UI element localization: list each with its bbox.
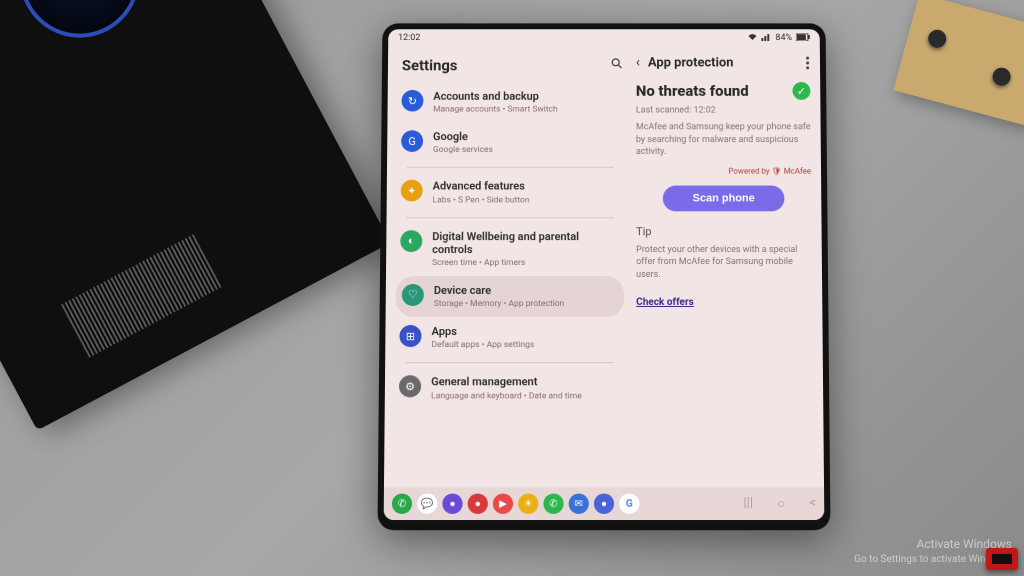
gear-icon: ⚙ <box>399 376 421 398</box>
sidebar-item-subtitle: Labs • S Pen • Side button <box>433 195 530 205</box>
taskbar-apps: ✆ 💬 ● ● ▶ ☀ ✆ ✉ ● G <box>392 494 640 514</box>
messages-app-icon[interactable]: 💬 <box>417 494 437 514</box>
last-scan-label: Last scanned: 12:02 <box>636 106 811 116</box>
sidebar-item-label: Device care <box>434 284 564 297</box>
app-icon[interactable]: ● <box>468 494 488 514</box>
whatsapp-app-icon[interactable]: ✆ <box>543 494 563 514</box>
sidebar-item-subtitle: Language and keyboard • Date and time <box>431 391 582 401</box>
taskbar: ✆ 💬 ● ● ▶ ☀ ✆ ✉ ● G ||| ○ < <box>384 487 825 520</box>
app-icon[interactable]: ☀ <box>518 494 538 514</box>
wifi-icon <box>748 33 758 44</box>
box-barcode <box>61 234 222 357</box>
settings-pane[interactable]: Settings ↻ Accounts and backup Manage ac… <box>384 47 630 488</box>
google-icon: G <box>401 130 423 152</box>
sidebar-item-digital-wellbeing[interactable]: ◐ Digital Wellbeing and parental control… <box>396 222 624 276</box>
sidebar-item-apps[interactable]: ⊞ Apps Default apps • App settings <box>395 317 624 358</box>
product-box: Galaxy Z Fold6 <box>0 0 390 430</box>
box-hinge-graphic <box>0 0 161 59</box>
app-icon[interactable]: ● <box>594 494 614 514</box>
google-app-icon[interactable]: G <box>619 494 639 514</box>
status-bar: 12:02 84% <box>388 29 820 47</box>
sidebar-item-subtitle: Default apps • App settings <box>431 340 534 350</box>
status-battery: 84% <box>775 33 792 43</box>
sync-icon: ↻ <box>401 90 423 112</box>
wellbeing-icon: ◐ <box>400 230 422 252</box>
detail-pane: ‹ App protection No threats found ✓ Last… <box>630 47 824 488</box>
back-icon[interactable]: ‹ <box>636 55 640 71</box>
threat-status: No threats found <box>636 82 785 100</box>
status-time: 12:02 <box>398 33 420 43</box>
sidebar-item-label: General management <box>431 376 582 389</box>
sidebar-item-accounts-backup[interactable]: ↻ Accounts and backup Manage accounts • … <box>397 82 624 122</box>
browser-app-icon[interactable]: ● <box>442 494 462 514</box>
check-offers-link[interactable]: Check offers <box>636 297 694 308</box>
sidebar-item-advanced-features[interactable]: ✦ Advanced features Labs • S Pen • Side … <box>397 172 625 213</box>
phone-app-icon[interactable]: ✆ <box>392 494 412 514</box>
signal-icon <box>762 33 772 44</box>
settings-title: Settings <box>402 57 458 75</box>
search-icon[interactable] <box>610 57 624 75</box>
tablet-screen: 12:02 84% Settings <box>384 29 825 520</box>
app-icon[interactable]: ✉ <box>569 494 589 514</box>
shield-check-icon: ✓ <box>792 82 810 100</box>
star-icon: ✦ <box>401 180 423 202</box>
nav-back-icon[interactable]: < <box>809 496 816 512</box>
divider <box>407 167 614 168</box>
youtube-app-icon[interactable]: ▶ <box>493 494 513 514</box>
sidebar-item-device-care[interactable]: ♡ Device care Storage • Memory • App pro… <box>396 276 625 317</box>
divider <box>405 362 614 363</box>
sidebar-item-label: Google <box>433 130 493 143</box>
wooden-gadget <box>893 0 1024 126</box>
scan-phone-button[interactable]: Scan phone <box>663 185 785 211</box>
sidebar-item-subtitle: Google services <box>433 145 493 155</box>
sidebar-item-subtitle: Screen time • App timers <box>432 258 620 268</box>
sidebar-item-subtitle: Storage • Memory • App protection <box>434 299 565 309</box>
tablet-device: 12:02 84% Settings <box>377 23 830 530</box>
powered-by-label: Powered by 🛡 McAfee <box>636 167 811 176</box>
tip-text: Protect your other devices with a specia… <box>636 244 812 282</box>
protection-description: McAfee and Samsung keep your phone safe … <box>636 121 811 158</box>
nav-home-icon[interactable]: ○ <box>777 496 785 512</box>
sidebar-item-label: Digital Wellbeing and parental controls <box>432 230 620 256</box>
device-care-icon: ♡ <box>402 284 424 306</box>
sidebar-item-label: Advanced features <box>433 180 530 193</box>
divider <box>406 217 614 218</box>
sidebar-item-google[interactable]: G Google Google services <box>397 123 624 164</box>
more-options-icon[interactable] <box>806 56 810 69</box>
battery-icon <box>796 33 810 44</box>
sidebar-item-label: Accounts and backup <box>433 90 557 103</box>
sidebar-item-label: Apps <box>432 325 535 338</box>
tip-heading: Tip <box>636 225 812 238</box>
apps-icon: ⊞ <box>399 325 421 347</box>
channel-logo <box>986 548 1018 570</box>
sidebar-item-subtitle: Manage accounts • Smart Switch <box>433 105 557 115</box>
sidebar-item-general-management[interactable]: ⚙ General management Language and keyboa… <box>395 367 625 408</box>
page-title: App protection <box>648 55 798 70</box>
nav-recents-icon[interactable]: ||| <box>743 496 753 512</box>
